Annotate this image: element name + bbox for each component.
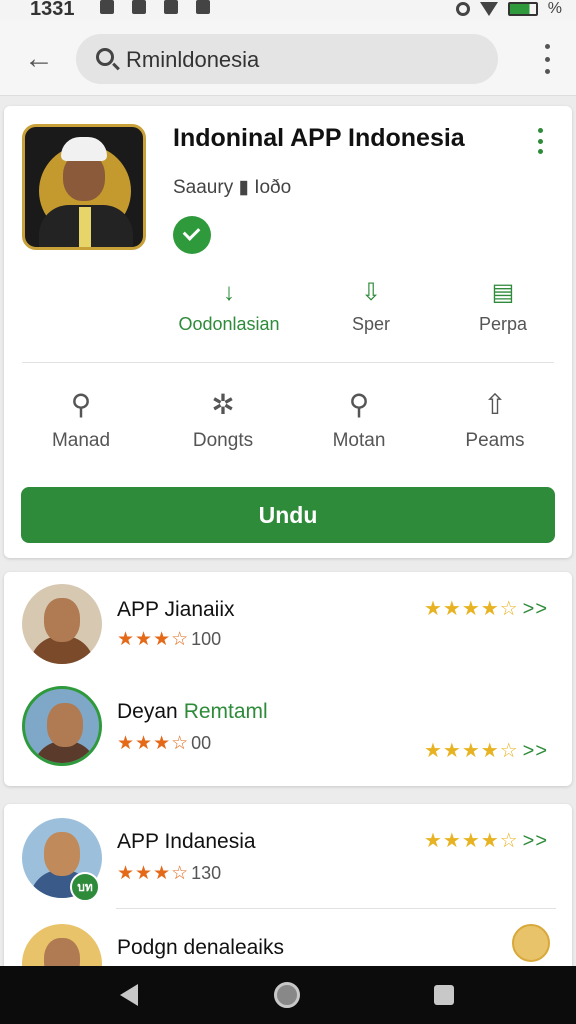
save-icon: ⇩ [360, 279, 382, 306]
app-detail-card: Indoninal APP Indonesia Saaury ▮ Ioðo ↓ … [4, 106, 572, 558]
star-rating: ★★★☆ [117, 629, 190, 650]
search-query: Rminldonesia [126, 47, 260, 72]
nav-recents-icon[interactable] [434, 985, 454, 1005]
divider [22, 362, 554, 363]
nav-back-icon[interactable] [120, 984, 138, 1006]
review-name: APP Jianaiix [117, 598, 235, 621]
tools-button[interactable]: ✲ Dongts [158, 388, 288, 452]
dot-icon [544, 44, 550, 49]
reviewer-tag: Remtaml [183, 700, 268, 723]
avatar [22, 686, 102, 766]
review-name: Podgn denaleaiks [117, 936, 284, 959]
share-tool-button[interactable]: ⇧ Peams [430, 388, 560, 452]
document-icon: ▤ [491, 279, 515, 306]
dot-icon [544, 69, 550, 74]
action-label: Perpa [478, 314, 528, 334]
tool-label: Peams [465, 430, 525, 451]
tool-label: Manad [51, 430, 111, 451]
app-icon[interactable] [22, 124, 146, 250]
download-icon: ↓ [223, 279, 235, 306]
search-input[interactable]: Rminldonesia [76, 34, 498, 84]
battery-percent: % [547, 0, 562, 17]
star-rating: ★★★★☆ [423, 830, 519, 852]
chevron-right-icon[interactable]: >> [523, 598, 548, 620]
dot-icon [537, 128, 543, 133]
review-count: 130 [191, 863, 222, 883]
chat-tool-button[interactable]: ⚲ Manad [16, 388, 146, 452]
right-rating: ★★★★☆ >> [424, 738, 548, 763]
action-label: Oodonlasian [178, 314, 280, 334]
review-stars: ★★★☆ 100 [117, 628, 221, 651]
list-item[interactable]: Deyan Remtaml ★★★☆ 00 ★★★★☆ >> [4, 686, 572, 776]
document-action[interactable]: ▤ Perpa [438, 278, 568, 335]
overflow-menu-button[interactable] [542, 44, 552, 74]
star-rating: ★★★☆ [117, 863, 190, 884]
action-row: ↓ Oodonlasian ⇩ Sper ▤ Perpa [154, 278, 554, 348]
notification-icons [100, 0, 210, 14]
tag-icon [164, 0, 178, 14]
sync-icon [455, 2, 470, 16]
app-badge-icon: บท [70, 872, 100, 902]
avatar [22, 584, 102, 664]
star-rating: ★★★★☆ [423, 598, 519, 620]
action-label: Sper [351, 314, 391, 334]
reviewer-name: Deyan [117, 700, 178, 723]
right-rating: ★★★★☆ >> [424, 828, 548, 853]
list-item[interactable]: APP Jianaiix ★★★☆ 100 ★★★★☆ >> [4, 584, 572, 674]
app-developer: Saaury ▮ Ioðo [173, 177, 292, 198]
avatar [512, 924, 550, 962]
arrow-left-icon: ← [24, 42, 54, 75]
star-rating: ★★★★☆ [423, 740, 519, 762]
review-name: APP Indanesia [117, 830, 256, 853]
review-stars: ★★★☆ 00 [117, 732, 211, 755]
verified-icon [173, 216, 211, 254]
app-bar: ← Rminldonesia [0, 20, 576, 96]
save-action[interactable]: ⇩ Sper [306, 278, 436, 335]
settings-icon [196, 0, 210, 14]
review-name: Deyan Remtaml [117, 700, 268, 724]
tool-label: Motan [332, 430, 386, 451]
chevron-right-icon[interactable]: >> [523, 740, 548, 762]
tool-row: ⚲ Manad ✲ Dongts ⚲ Motan ⇧ Peams [14, 388, 562, 468]
right-rating: ★★★★☆ >> [424, 596, 548, 621]
signal-icon [479, 2, 498, 16]
share-icon: ⇧ [483, 389, 507, 420]
battery-icon [507, 2, 538, 16]
chevron-right-icon[interactable]: >> [523, 830, 548, 852]
list-item[interactable]: บท APP Indanesia ★★★☆ 130 ★★★★☆ >> [4, 818, 572, 908]
notification-icon [100, 0, 114, 14]
notification-icon [132, 0, 146, 14]
tools-icon: ✲ [211, 389, 235, 420]
app-title: Indoninal APP Indonesia [173, 124, 465, 152]
dot-icon [544, 56, 550, 62]
status-right: % [455, 0, 562, 18]
search-icon [96, 48, 114, 66]
review-count: 00 [191, 733, 212, 753]
more-apps-card: บท APP Indanesia ★★★☆ 130 ★★★★☆ >> Podgn d… [4, 804, 572, 1004]
nav-home-icon[interactable] [274, 982, 300, 1008]
install-button[interactable]: Undu [21, 487, 555, 543]
tool-label: Dongts [192, 430, 254, 451]
status-time: 1331 [30, 0, 75, 20]
dot-icon [537, 149, 543, 154]
app-menu-button[interactable] [536, 128, 544, 154]
search-icon: ⚲ [348, 389, 370, 420]
chat-icon: ⚲ [70, 389, 92, 420]
divider [116, 908, 556, 909]
review-count: 100 [191, 629, 222, 649]
reviews-card: APP Jianaiix ★★★☆ 100 ★★★★☆ >> Deyan Remtam… [4, 572, 572, 786]
dot-icon [537, 138, 543, 144]
download-action[interactable]: ↓ Oodonlasian [164, 278, 294, 335]
review-stars: ★★★☆ 130 [117, 862, 221, 885]
search-tool-button[interactable]: ⚲ Motan [294, 388, 424, 452]
star-rating: ★★★☆ [117, 733, 190, 754]
navigation-bar [0, 966, 576, 1024]
status-bar: 1331 % [0, 0, 576, 20]
back-button[interactable]: ← [22, 42, 56, 76]
